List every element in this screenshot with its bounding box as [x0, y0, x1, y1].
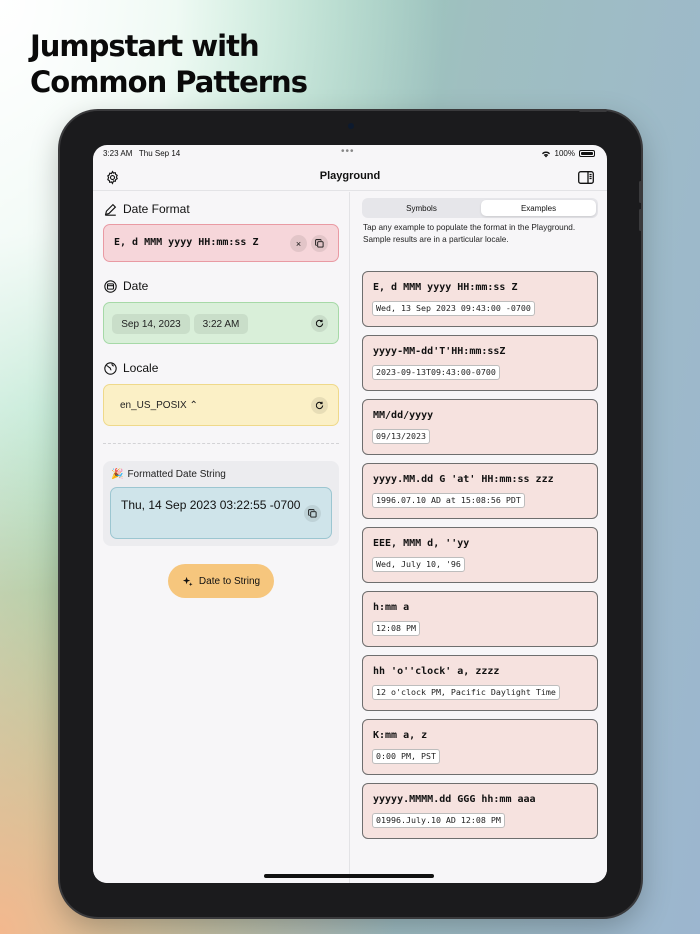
- wifi-icon: [541, 151, 550, 157]
- example-pattern: yyyyy.MMMM.dd GGG hh:mm aaa: [373, 794, 536, 805]
- reference-pane: Symbols Examples Tap any example to popu…: [349, 192, 607, 883]
- top-button: [579, 109, 607, 112]
- example-pattern: hh 'o''clock' a, zzzz: [373, 666, 500, 677]
- reset-date-icon[interactable]: [311, 315, 328, 332]
- example-result: 09/13/2023: [372, 429, 430, 444]
- reset-locale-icon[interactable]: [311, 397, 328, 414]
- reference-segmented-control: Symbols Examples: [362, 198, 598, 218]
- sidebar-toggle-icon[interactable]: [577, 168, 595, 186]
- locale-field: en_US_POSIX ⌃: [103, 384, 339, 426]
- example-pattern: MM/dd/yyyy: [373, 410, 434, 421]
- status-indicators: 100%: [541, 149, 595, 158]
- multitasking-dots-icon[interactable]: •••: [341, 146, 355, 157]
- example-card[interactable]: E, d MMM yyyy HH:mm:ss Z Wed, 13 Sep 2023…: [362, 271, 598, 327]
- date-to-string-button[interactable]: Date to String: [168, 564, 274, 598]
- example-card[interactable]: K:mm a, z 0:00 PM, PST: [362, 719, 598, 775]
- navigation-bar: Playground: [93, 163, 607, 191]
- example-result: 2023-09-13T09:43:00-0700: [372, 365, 500, 380]
- formatted-result-label: Formatted Date String: [127, 469, 226, 480]
- calendar-icon: [104, 279, 117, 293]
- battery-icon: [579, 150, 595, 157]
- example-pattern: E, d MMM yyyy HH:mm:ss Z: [373, 282, 518, 293]
- example-result: Wed, July 10, '96: [372, 557, 465, 572]
- example-card[interactable]: h:mm a 12:08 PM: [362, 591, 598, 647]
- party-popper-icon: 🎉: [111, 469, 124, 480]
- copy-icon[interactable]: [311, 235, 328, 252]
- date-format-label: Date Format: [123, 202, 190, 216]
- globe-icon: [104, 361, 117, 375]
- example-result: 0:00 PM, PST: [372, 749, 440, 764]
- page-title: Playground: [319, 170, 381, 182]
- volume-down-button: [639, 209, 642, 231]
- example-result: 12:08 PM: [372, 621, 420, 636]
- headline-line-1: Jumpstart with: [30, 29, 260, 63]
- date-label: Date: [123, 279, 149, 293]
- date-format-field[interactable]: E, d MMM yyyy HH:mm:ss Z ×: [103, 224, 339, 262]
- section-divider: [103, 443, 339, 444]
- date-format-heading: Date Format: [104, 202, 190, 216]
- example-result: 01996.July.10 AD 12:08 PM: [372, 813, 505, 828]
- tab-examples[interactable]: Examples: [481, 200, 596, 216]
- battery-percent: 100%: [554, 149, 575, 158]
- example-pattern: EEE, MMM d, ''yy: [373, 538, 470, 549]
- example-card[interactable]: yyyyy.MMMM.dd GGG hh:mm aaa 01996.July.10…: [362, 783, 598, 839]
- examples-help-body: Tap any example to populate the format i…: [363, 223, 576, 244]
- example-card[interactable]: yyyy-MM-dd'T'HH:mm:ssZ 2023-09-13T09:43:0…: [362, 335, 598, 391]
- example-card[interactable]: hh 'o''clock' a, zzzz 12 o'clock PM, Paci…: [362, 655, 598, 711]
- date-field: Sep 14, 2023 3:22 AM: [103, 302, 339, 344]
- volume-up-button: [639, 181, 642, 203]
- example-result: 1996.07.10 AD at 15:08:56 PDT: [372, 493, 525, 508]
- marketing-headline: Jumpstart with Common Patterns: [30, 28, 308, 100]
- sparkles-icon: [182, 576, 193, 586]
- front-camera: [348, 123, 354, 129]
- example-pattern: yyyy-MM-dd'T'HH:mm:ssZ: [373, 346, 506, 357]
- status-time-date: 3:23 AM Thu Sep 14: [103, 149, 180, 158]
- app-screen: 3:23 AM Thu Sep 14 ••• 100% Playground D…: [93, 145, 607, 883]
- example-result: 12 o'clock PM, Pacific Daylight Time: [372, 685, 560, 700]
- example-pattern: yyyy.MM.dd G 'at' HH:mm:ss zzz: [373, 474, 554, 485]
- locale-heading: Locale: [104, 361, 158, 375]
- formatted-result-box: Thu, 14 Sep 2023 03:22:55 -0700: [110, 487, 332, 539]
- copy-result-icon[interactable]: [304, 505, 321, 522]
- example-pattern: K:mm a, z: [373, 730, 428, 741]
- status-bar: 3:23 AM Thu Sep 14 ••• 100%: [93, 145, 607, 163]
- locale-label: Locale: [123, 361, 159, 375]
- home-indicator: [264, 874, 434, 878]
- clear-icon[interactable]: ×: [290, 235, 307, 252]
- pencil-icon: [104, 203, 117, 216]
- date-to-string-label: Date to String: [198, 575, 261, 587]
- formatted-result-card: 🎉 Formatted Date String Thu, 14 Sep 2023…: [103, 461, 339, 546]
- locale-picker[interactable]: en_US_POSIX ⌃: [120, 400, 198, 411]
- example-pattern: h:mm a: [373, 602, 410, 613]
- example-card[interactable]: yyyy.MM.dd G 'at' HH:mm:ss zzz 1996.07.10…: [362, 463, 598, 519]
- status-date: Thu Sep 14: [138, 149, 181, 158]
- example-result: Wed, 13 Sep 2023 09:43:00 -0700: [372, 301, 535, 316]
- formatted-result-value: Thu, 14 Sep 2023 03:22:55 -0700: [121, 498, 301, 512]
- ipad-frame: 3:23 AM Thu Sep 14 ••• 100% Playground D…: [60, 109, 642, 917]
- formatted-result-heading: 🎉 Formatted Date String: [111, 469, 226, 480]
- playground-pane: Date Format E, d MMM yyyy HH:mm:ss Z × D…: [93, 192, 349, 883]
- time-picker-chip[interactable]: 3:22 AM: [194, 314, 248, 334]
- date-heading: Date: [104, 279, 148, 293]
- examples-help-text: Tap any example to populate the format i…: [363, 222, 595, 246]
- tab-symbols[interactable]: Symbols: [364, 200, 479, 216]
- headline-line-2: Common Patterns: [30, 65, 308, 99]
- example-card[interactable]: EEE, MMM d, ''yy Wed, July 10, '96: [362, 527, 598, 583]
- status-time: 3:23 AM: [103, 149, 133, 158]
- example-card[interactable]: MM/dd/yyyy 09/13/2023: [362, 399, 598, 455]
- date-format-value[interactable]: E, d MMM yyyy HH:mm:ss Z: [114, 237, 259, 248]
- date-picker-chip[interactable]: Sep 14, 2023: [112, 314, 190, 334]
